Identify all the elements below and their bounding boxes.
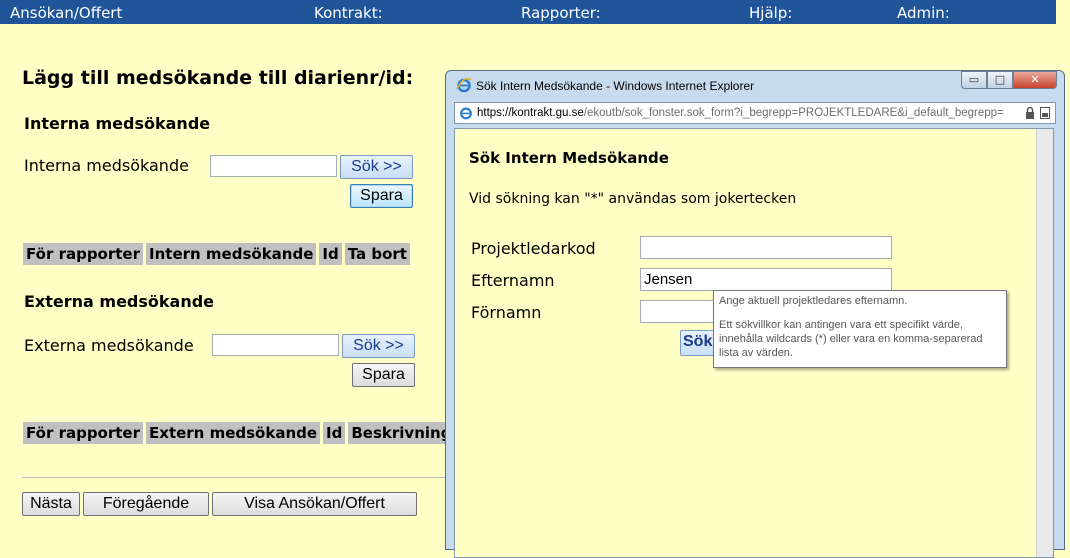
- column-header: Intern medsökande: [146, 243, 317, 265]
- internal-search-button[interactable]: Sök >>: [340, 155, 413, 179]
- external-label: Externa medsökande: [24, 336, 194, 355]
- address-bar[interactable]: https://kontrakt.gu.se/ekoutb/sok_fonste…: [454, 102, 1056, 124]
- vertical-scrollbar[interactable]: [1036, 129, 1053, 557]
- divider: [22, 477, 446, 478]
- view-application-button[interactable]: Visa Ansökan/Offert: [212, 492, 417, 516]
- internal-input[interactable]: [210, 155, 337, 177]
- column-header: För rapporter: [23, 422, 144, 444]
- column-header: Id: [319, 243, 342, 265]
- nav-item-hjalp[interactable]: Hjälp:: [749, 4, 792, 22]
- page-icon: [460, 107, 472, 120]
- external-search-button[interactable]: Sök >>: [342, 334, 415, 358]
- column-header: Ta bort: [344, 243, 410, 265]
- column-header: Id: [323, 422, 346, 444]
- firstname-field[interactable]: [640, 300, 720, 323]
- project-leader-code-label: Projektledarkod: [471, 239, 596, 258]
- lastname-field[interactable]: Jensen: [640, 268, 892, 291]
- popup-hint: Vid sökning kan "*" användas som jokerte…: [469, 191, 797, 207]
- close-button[interactable]: ✕: [1013, 71, 1057, 89]
- previous-button[interactable]: Föregående: [83, 492, 209, 516]
- top-nav: Ansökan/Offert Kontrakt: Rapporter: Hjäl…: [0, 0, 1056, 24]
- next-button[interactable]: Nästa: [22, 492, 80, 516]
- nav-item-kontrakt[interactable]: Kontrakt:: [314, 4, 383, 22]
- minimize-button[interactable]: ▭: [961, 71, 987, 89]
- url-path: /ekoutb/sok_fonster.sok_form?i_begrepp=P…: [583, 107, 1004, 119]
- ie-popup-window: Sök Intern Medsökande - Windows Internet…: [445, 70, 1065, 558]
- popup-heading: Sök Intern Medsökande: [469, 149, 669, 167]
- field-tooltip: Ange aktuell projektledares efternamn. E…: [713, 290, 1007, 368]
- lastname-label: Efternamn: [471, 271, 555, 290]
- tooltip-line-2: Ett sökvillkor kan antingen vara ett spe…: [719, 319, 983, 359]
- lock-icon: [1025, 107, 1035, 119]
- internal-label: Interna medsökande: [24, 156, 189, 175]
- internal-save-button[interactable]: Spara: [350, 184, 413, 208]
- external-heading: Externa medsökande: [24, 292, 215, 311]
- external-input[interactable]: [212, 334, 339, 356]
- column-header: Extern medsökande: [146, 422, 321, 444]
- window-controls: ▭ □ ✕: [961, 71, 1057, 89]
- internal-table-header: För rapporter Intern medsökande Id Ta bo…: [23, 243, 410, 265]
- project-leader-code-field[interactable]: [640, 236, 892, 259]
- window-title: Sök Intern Medsökande - Windows Internet…: [476, 79, 755, 93]
- tooltip-line-1: Ange aktuell projektledares efternamn.: [719, 295, 908, 307]
- column-header: Beskrivning: [348, 422, 455, 444]
- page-title: Lägg till medsökande till diarienr/id:: [22, 67, 414, 89]
- column-header: För rapporter: [23, 243, 144, 265]
- internal-heading: Interna medsökande: [24, 114, 211, 133]
- url-host: https://kontrakt.gu.se: [477, 107, 584, 119]
- external-save-button[interactable]: Spara: [352, 363, 415, 387]
- external-table-header: För rapporter Extern medsökande Id Beskr…: [23, 422, 455, 444]
- firstname-label: Förnamn: [471, 303, 542, 322]
- popup-content: Sök Intern Medsökande Vid sökning kan "*…: [454, 128, 1054, 558]
- certificate-icon: [1040, 107, 1050, 119]
- nav-item-ansokan[interactable]: Ansökan/Offert: [10, 4, 122, 22]
- nav-item-rapporter[interactable]: Rapporter:: [521, 4, 601, 22]
- nav-item-admin[interactable]: Admin:: [897, 4, 950, 22]
- ie-logo-icon: [456, 77, 472, 93]
- maximize-button[interactable]: □: [987, 71, 1013, 89]
